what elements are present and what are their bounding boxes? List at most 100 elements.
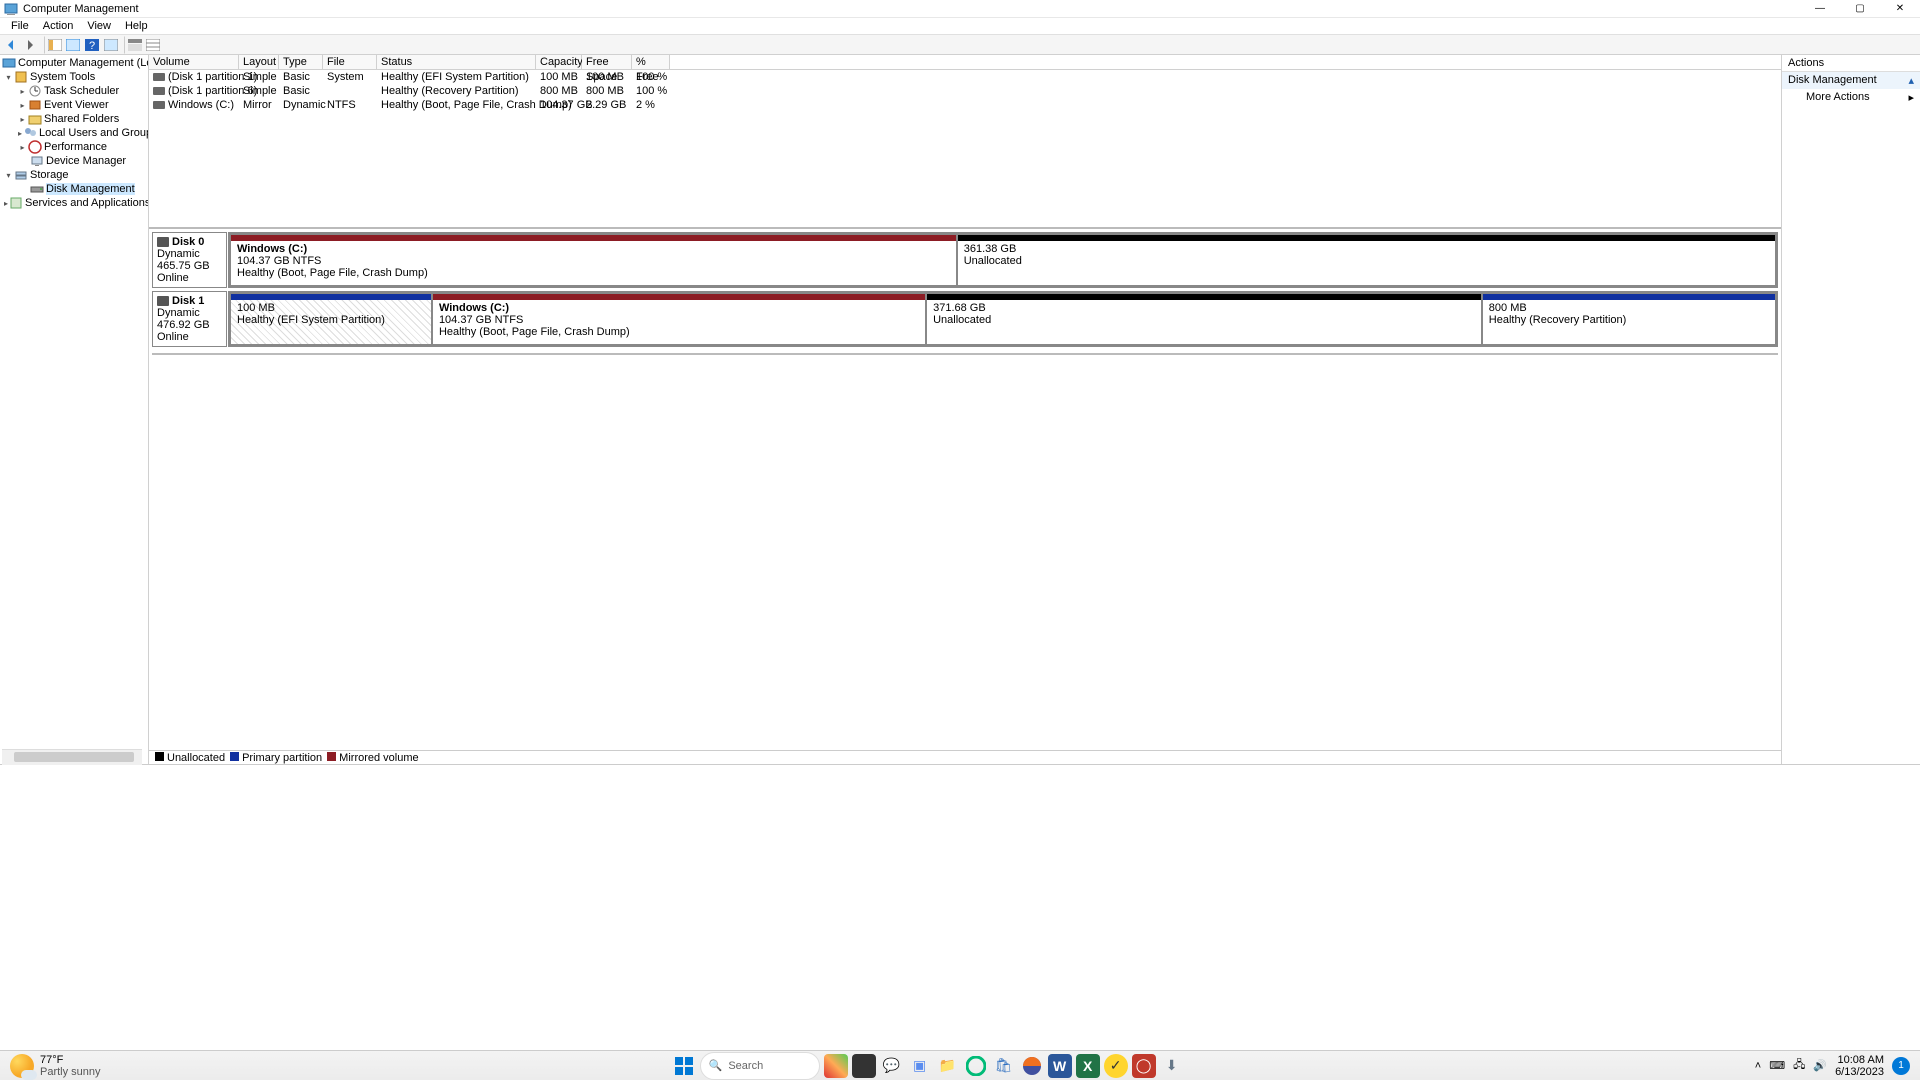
disk-partitions: Windows (C:)104.37 GB NTFSHealthy (Boot,… <box>228 232 1778 288</box>
chevron-right-icon[interactable]: ▸ <box>18 101 27 110</box>
help-icon[interactable]: ? <box>83 36 101 54</box>
col-layout[interactable]: Layout <box>239 55 279 69</box>
taskbar-search[interactable]: 🔍 Search <box>700 1052 820 1080</box>
properties-icon[interactable] <box>64 36 82 54</box>
taskbar-clock[interactable]: 10:08 AM 6/13/2023 <box>1835 1054 1884 1078</box>
col-capacity[interactable]: Capacity <box>536 55 582 69</box>
partition[interactable]: 361.38 GBUnallocated <box>957 234 1776 286</box>
tree-root-label: Computer Management (Local <box>18 57 149 69</box>
table-row[interactable]: Windows (C:)MirrorDynamicNTFSHealthy (Bo… <box>149 98 1781 112</box>
table-cell: Healthy (Boot, Page File, Crash Dump) <box>377 99 536 111</box>
tree-disk-management[interactable]: Disk Management <box>0 182 148 196</box>
actions-section[interactable]: Disk Management ▴ <box>1782 72 1920 89</box>
col-volume[interactable]: Volume <box>149 55 239 69</box>
edge-icon[interactable] <box>964 1054 988 1078</box>
chevron-right-icon[interactable]: ▸ <box>4 199 8 208</box>
taskbar-app-grey[interactable]: ⬇ <box>1160 1054 1184 1078</box>
col-freespace[interactable]: Free Space <box>582 55 632 69</box>
taskbar-app-1[interactable] <box>824 1054 848 1078</box>
partition[interactable]: 100 MBHealthy (EFI System Partition) <box>230 293 432 345</box>
navigation-tree[interactable]: Computer Management (Local ▾ System Tool… <box>0 55 149 764</box>
taskbar[interactable]: 77°F Partly sunny 🔍 Search 💬 ▣ 📁 🛍 W X ✓… <box>0 1050 1920 1080</box>
tree-device-manager[interactable]: Device Manager <box>0 154 148 168</box>
col-filesystem[interactable]: File System <box>323 55 377 69</box>
volume-table-header[interactable]: Volume Layout Type File System Status Ca… <box>149 55 1781 70</box>
legend-item: Primary partition <box>230 752 322 764</box>
partition[interactable]: 371.68 GBUnallocated <box>926 293 1482 345</box>
table-cell: NTFS <box>323 99 377 111</box>
tree-root[interactable]: Computer Management (Local <box>0 56 148 70</box>
partition[interactable]: Windows (C:)104.37 GB NTFSHealthy (Boot,… <box>230 234 957 286</box>
tree-storage[interactable]: ▾ Storage <box>0 168 148 182</box>
search-icon: 🔍 <box>709 1059 723 1072</box>
show-hide-tree-icon[interactable] <box>44 36 63 54</box>
actions-pane: Actions Disk Management ▴ More Actions ▸ <box>1782 55 1920 764</box>
menu-view[interactable]: View <box>81 19 117 33</box>
tree-shared-folders[interactable]: ▸ Shared Folders <box>0 112 148 126</box>
menu-action[interactable]: Action <box>37 19 80 33</box>
actions-section-label: Disk Management <box>1788 74 1908 87</box>
volume-table[interactable]: (Disk 1 partition 1)SimpleBasicHealthy (… <box>149 70 1781 112</box>
taskbar-app-4[interactable]: ▣ <box>908 1054 932 1078</box>
chevron-right-icon[interactable]: ▸ <box>18 87 27 96</box>
collapse-icon[interactable]: ▴ <box>1908 74 1914 87</box>
menu-file[interactable]: File <box>5 19 35 33</box>
table-cell: Basic <box>279 71 323 83</box>
menu-bar: File Action View Help <box>0 18 1920 35</box>
col-status[interactable]: Status <box>377 55 536 69</box>
table-row[interactable]: (Disk 1 partition 1)SimpleBasicHealthy (… <box>149 70 1781 84</box>
menu-help[interactable]: Help <box>119 19 154 33</box>
taskbar-app-2[interactable] <box>852 1054 876 1078</box>
disk-label[interactable]: Disk 0Dynamic465.75 GBOnline <box>152 232 227 288</box>
table-row[interactable]: (Disk 1 partition 6)SimpleBasicHealthy (… <box>149 84 1781 98</box>
store-icon[interactable]: 🛍 <box>992 1054 1016 1078</box>
chevron-right-icon[interactable]: ▸ <box>18 143 27 152</box>
chevron-down-icon[interactable]: ▾ <box>4 73 13 82</box>
excel-icon[interactable]: X <box>1076 1054 1100 1078</box>
notification-badge[interactable]: 1 <box>1892 1057 1910 1075</box>
taskbar-app-3[interactable]: 💬 <box>880 1054 904 1078</box>
disk-partitions: 100 MBHealthy (EFI System Partition)Wind… <box>228 291 1778 347</box>
taskbar-app-red[interactable]: ◯ <box>1132 1054 1156 1078</box>
col-type[interactable]: Type <box>279 55 323 69</box>
tree-performance[interactable]: ▸ Performance <box>0 140 148 154</box>
col-pctfree[interactable]: % Free <box>632 55 670 69</box>
main-content: Volume Layout Type File System Status Ca… <box>149 55 1782 764</box>
partition[interactable]: Windows (C:)104.37 GB NTFSHealthy (Boot,… <box>432 293 926 345</box>
weather-widget[interactable]: 77°F Partly sunny <box>0 1054 101 1078</box>
clock-time: 10:08 AM <box>1835 1054 1884 1066</box>
tree-scrollbar[interactable] <box>2 749 142 764</box>
chevron-down-icon[interactable]: ▾ <box>4 171 13 180</box>
tray-network-icon[interactable]: 🖧 <box>1793 1056 1805 1075</box>
view-bottom-icon[interactable] <box>144 36 162 54</box>
taskbar-app-yellow[interactable]: ✓ <box>1104 1054 1128 1078</box>
tree-item-label: System Tools <box>30 71 95 83</box>
chevron-right-icon[interactable]: ▸ <box>18 115 27 124</box>
tree-services-apps[interactable]: ▸ Services and Applications <box>0 196 148 210</box>
tree-event-viewer[interactable]: ▸ Event Viewer <box>0 98 148 112</box>
tree-local-users[interactable]: ▸ Local Users and Groups <box>0 126 148 140</box>
tray-volume-icon[interactable]: 🔊 <box>1813 1059 1827 1072</box>
view-top-icon[interactable] <box>124 36 143 54</box>
table-cell: 100 MB <box>582 71 632 83</box>
tray-keyboard-icon[interactable]: ⌨ <box>1769 1059 1785 1072</box>
word-icon[interactable]: W <box>1048 1054 1072 1078</box>
refresh-icon[interactable] <box>102 36 120 54</box>
close-button[interactable]: ✕ <box>1880 0 1920 17</box>
minimize-button[interactable]: — <box>1800 0 1840 17</box>
tray-chevron-icon[interactable]: ˄ <box>1755 1060 1761 1072</box>
table-cell: 100 % <box>632 85 670 97</box>
partition[interactable]: 800 MBHealthy (Recovery Partition) <box>1482 293 1776 345</box>
disk-label[interactable]: Disk 1Dynamic476.92 GBOnline <box>152 291 227 347</box>
start-button[interactable] <box>672 1054 696 1078</box>
nav-back-icon[interactable] <box>3 36 21 54</box>
tree-task-scheduler[interactable]: ▸ Task Scheduler <box>0 84 148 98</box>
nav-forward-icon[interactable] <box>22 36 40 54</box>
tree-system-tools[interactable]: ▾ System Tools <box>0 70 148 84</box>
firefox-icon[interactable] <box>1020 1054 1044 1078</box>
more-actions[interactable]: More Actions ▸ <box>1782 89 1920 106</box>
weather-icon <box>10 1054 34 1078</box>
chevron-right-icon[interactable]: ▸ <box>18 129 22 138</box>
maximize-button[interactable]: ▢ <box>1840 0 1880 17</box>
file-explorer-icon[interactable]: 📁 <box>936 1054 960 1078</box>
